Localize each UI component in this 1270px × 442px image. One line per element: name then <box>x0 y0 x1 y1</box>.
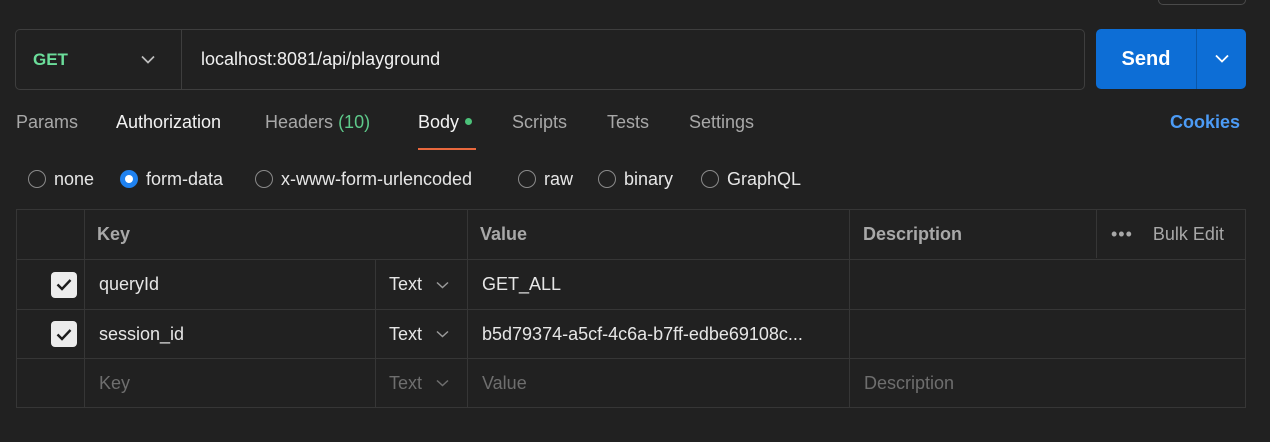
row-description[interactable] <box>863 260 1245 309</box>
radio-binary-label: binary <box>624 168 674 189</box>
new-type-label: Text <box>389 372 423 393</box>
row-type-label: Text <box>389 274 423 294</box>
chevron-down-icon <box>436 330 449 338</box>
bulk-edit-button[interactable]: Bulk Edit <box>1153 224 1224 245</box>
radio-circle <box>598 170 616 188</box>
radio-none-label: none <box>54 168 95 189</box>
row-enabled-checkbox[interactable] <box>51 321 77 347</box>
table-header-row: Key Value Description ••• Bulk Edit <box>17 210 1245 260</box>
chevron-down-icon <box>1214 50 1229 68</box>
cookies-link[interactable]: Cookies <box>1170 112 1240 133</box>
method-select[interactable]: GET <box>16 30 182 89</box>
radio-circle <box>28 170 46 188</box>
tab-tests[interactable]: Tests <box>607 112 649 150</box>
row-enabled-checkbox[interactable] <box>51 271 77 298</box>
new-description-input[interactable]: Description <box>864 359 954 407</box>
top-toolbar-button[interactable] <box>1158 0 1246 5</box>
table-row: queryId Text GET_ALL <box>17 260 1245 310</box>
chevron-down-icon <box>141 55 155 64</box>
radio-graphql-label: GraphQL <box>727 168 802 189</box>
active-tab-indicator <box>418 148 476 150</box>
radio-circle-selected <box>120 170 138 188</box>
column-header-key: Key <box>97 224 131 244</box>
row-key[interactable]: session_id <box>99 310 184 358</box>
tab-settings[interactable]: Settings <box>689 112 754 150</box>
chevron-down-icon <box>436 379 449 387</box>
new-type-select[interactable]: Text <box>389 359 449 407</box>
radio-urlencoded[interactable]: x-www-form-urlencoded <box>255 167 472 191</box>
table-row-new: Key Text Value Description <box>17 359 1245 407</box>
tab-body[interactable]: Body <box>418 112 476 150</box>
new-key-input[interactable]: Key <box>99 359 130 407</box>
row-description[interactable] <box>863 310 1245 358</box>
send-button[interactable]: Send <box>1096 29 1197 89</box>
tab-body-label: Body <box>418 112 460 132</box>
send-options-button[interactable] <box>1197 29 1246 89</box>
radio-binary[interactable]: binary <box>598 167 673 191</box>
checkmark-icon <box>56 279 72 291</box>
request-tabs: Params Authorization Headers (10) Body S… <box>16 112 1246 150</box>
tab-scripts[interactable]: Scripts <box>512 112 567 150</box>
radio-graphql[interactable]: GraphQL <box>701 167 801 191</box>
new-value-input[interactable]: Value <box>482 359 527 407</box>
tab-headers[interactable]: Headers (10) <box>265 112 370 150</box>
radio-circle <box>255 170 273 188</box>
chevron-down-icon <box>436 281 449 289</box>
table-row: session_id Text b5d79374-a5cf-4c6a-b7ff-… <box>17 310 1245 359</box>
method-label: GET <box>33 49 68 69</box>
radio-form-data[interactable]: form-data <box>120 167 223 191</box>
row-type-select[interactable]: Text <box>389 260 449 309</box>
radio-form-data-label: form-data <box>146 168 224 189</box>
headers-count-badge: (10) <box>338 112 371 132</box>
request-url-bar: GET localhost:8081/api/playground <box>15 29 1085 90</box>
radio-raw-label: raw <box>544 168 574 189</box>
tab-params[interactable]: Params <box>16 112 78 150</box>
url-input[interactable]: localhost:8081/api/playground <box>182 30 1084 89</box>
radio-circle <box>518 170 536 188</box>
row-value[interactable]: GET_ALL <box>482 260 561 309</box>
body-status-dot <box>465 117 473 125</box>
row-key[interactable]: queryId <box>99 260 159 309</box>
column-header-value: Value <box>480 224 528 244</box>
header-actions: ••• Bulk Edit <box>1111 210 1224 259</box>
radio-none[interactable]: none <box>28 167 94 191</box>
row-type-label: Text <box>389 323 423 344</box>
send-button-group: Send <box>1096 29 1246 89</box>
row-type-select[interactable]: Text <box>389 310 449 358</box>
radio-urlencoded-label: x-www-form-urlencoded <box>281 168 473 189</box>
more-options-icon[interactable]: ••• <box>1111 224 1133 245</box>
tab-authorization[interactable]: Authorization <box>116 112 221 150</box>
radio-raw[interactable]: raw <box>518 167 573 191</box>
tab-headers-label: Headers <box>265 112 334 132</box>
form-data-table: Key Value Description ••• Bulk Edit quer… <box>16 209 1246 408</box>
row-checkbox-cell <box>51 310 77 358</box>
row-value[interactable]: b5d79374-a5cf-4c6a-b7ff-edbe69108c... <box>482 310 803 358</box>
radio-circle <box>701 170 719 188</box>
column-header-description: Description <box>863 224 963 244</box>
row-checkbox-cell <box>51 260 77 309</box>
checkmark-icon <box>56 328 72 341</box>
